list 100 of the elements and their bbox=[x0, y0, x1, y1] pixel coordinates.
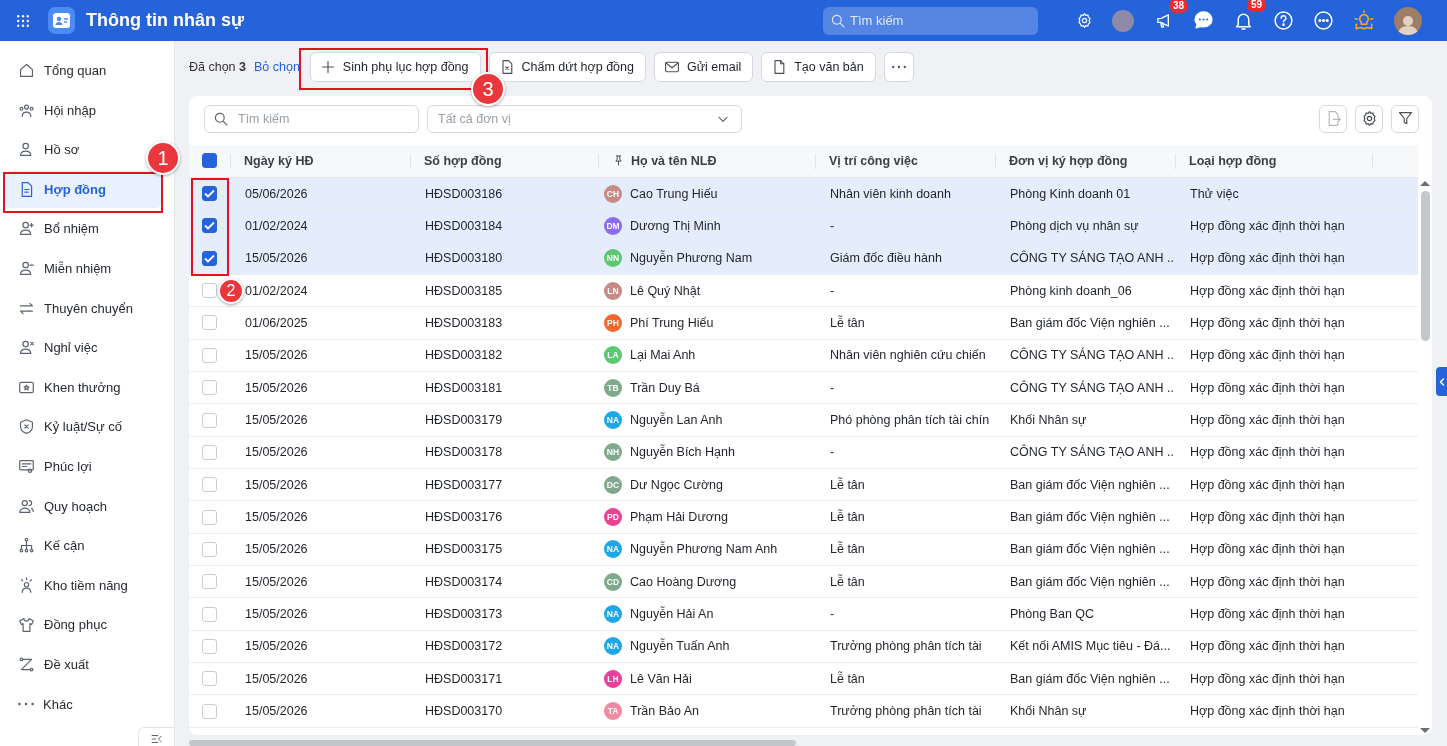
table-cell: CÔNG TY SÁNG TẠO ANH ... bbox=[1010, 445, 1175, 460]
settings-icon bbox=[1360, 110, 1378, 128]
table-cell: Hợp đồng xác định thời hạn bbox=[1190, 671, 1345, 686]
toolbar-button[interactable]: Sinh phụ lục hợp đồng bbox=[309, 51, 481, 82]
select-all-checkbox[interactable] bbox=[202, 153, 217, 169]
collapse-sidebar-button[interactable] bbox=[138, 727, 174, 746]
chat-icon[interactable] bbox=[1193, 10, 1214, 31]
more-icon bbox=[891, 64, 906, 69]
apps-menu-button[interactable] bbox=[15, 12, 31, 29]
table-cell: Trưởng phòng phân tích tài bbox=[830, 639, 982, 654]
bell-icon[interactable] bbox=[1233, 10, 1254, 31]
sidebar-item[interactable]: Nghỉ việc bbox=[3, 329, 106, 367]
sidebar-item[interactable]: Kho tiềm năng bbox=[3, 566, 136, 604]
table-cell: Phòng Kinh doanh 01 bbox=[1010, 186, 1131, 201]
toolbar-button[interactable]: Tạo văn bản bbox=[761, 51, 876, 82]
table-cell: Khối Nhân sự bbox=[1010, 704, 1087, 719]
table-cell: Ban giám đốc Viện nghiên ... bbox=[1010, 316, 1170, 330]
table-cell: 15/05/2026 bbox=[245, 445, 308, 460]
table-cell: Hợp đồng xác định thời hạn bbox=[1190, 283, 1345, 298]
avatar: PD bbox=[604, 508, 622, 527]
table-cell: Hợp đồng xác định thời hạn bbox=[1190, 348, 1345, 363]
sidebar-item[interactable]: Miễn nhiệm bbox=[3, 249, 120, 287]
table-cell: Nhân viên nghiên cứu chiến bbox=[830, 348, 986, 363]
help-icon[interactable] bbox=[1273, 10, 1294, 31]
employee-name: Dư Ngọc Cường bbox=[630, 477, 724, 492]
expand-panel-button[interactable] bbox=[1436, 367, 1447, 396]
table-cell: Hợp đồng xác định thời hạn bbox=[1190, 510, 1345, 525]
employee-name: Lê Văn Hải bbox=[630, 671, 692, 686]
table-cell: Nhân viên kinh doanh bbox=[830, 186, 951, 201]
employee-name: Nguyễn Bích Hạnh bbox=[630, 445, 735, 460]
column-header: Vị trí công việc bbox=[829, 153, 918, 168]
employee-name: Nguyễn Lan Anh bbox=[630, 413, 723, 427]
sidebar-item[interactable]: Kỷ luật/Sự cố bbox=[3, 408, 131, 446]
avatar: CD bbox=[604, 572, 622, 591]
table-cell: Lễ tân bbox=[830, 671, 865, 686]
clear-selection-link[interactable]: Bỏ chọn bbox=[254, 59, 300, 74]
table-row[interactable]: 15/05/2026 HĐSD003180 NN Nguyễn Phương Nam Giám đốc điều hành CÔNG TY SÁNG TẠO ANH ... Hợp đồng xác định thời hạn bbox=[189, 242, 1418, 275]
settings-icon[interactable] bbox=[1076, 12, 1093, 29]
table-cell: Hợp đồng xác định thời hạn bbox=[1190, 380, 1345, 395]
table-row[interactable]: 01/02/2024 HĐSD003184 DM Dương Thị Minh - Phòng dịch vụ nhân sự Hợp đồng xác định thời hạn bbox=[189, 210, 1418, 243]
table-cell: Giám đốc điều hành bbox=[830, 251, 942, 266]
sidebar-item[interactable]: Khác bbox=[3, 685, 81, 723]
avatar[interactable] bbox=[1112, 9, 1134, 32]
avatar: NA bbox=[604, 540, 622, 559]
settings-button[interactable] bbox=[1355, 104, 1383, 133]
table-cell: Lễ tân bbox=[830, 574, 865, 589]
row-checkbox[interactable] bbox=[202, 250, 217, 266]
more-icon[interactable] bbox=[1313, 10, 1334, 31]
selection-count: Đã chọn 3 bbox=[189, 59, 246, 74]
table-cell: CÔNG TY SÁNG TẠO ANH ... bbox=[1010, 348, 1175, 363]
table-cell: 01/02/2024 bbox=[245, 283, 308, 298]
lightbulb-icon[interactable] bbox=[1353, 9, 1375, 32]
sidebar-item[interactable]: Khen thưởng bbox=[3, 368, 129, 406]
table-cell: Hợp đồng xác định thời hạn bbox=[1190, 704, 1345, 719]
column-header: Số hợp đồng bbox=[424, 153, 502, 168]
shirt-icon bbox=[18, 616, 35, 634]
employee-name: Phí Trung Hiếu bbox=[630, 316, 714, 330]
sidebar-item[interactable]: Đề xuất bbox=[3, 645, 97, 683]
table-cell: Hợp đồng xác định thời hạn bbox=[1190, 218, 1345, 233]
sidebar-item[interactable]: Phúc lợi bbox=[3, 447, 100, 485]
table-cell: HĐSD003175 bbox=[425, 542, 503, 557]
row-checkbox[interactable] bbox=[202, 218, 217, 234]
horizontal-scrollbar[interactable] bbox=[189, 740, 796, 746]
sidebar-item[interactable]: Kế cận bbox=[3, 527, 93, 565]
toolbar-button[interactable]: Chấm dứt hợp đồng bbox=[488, 51, 646, 82]
sidebar-item[interactable]: Bổ nhiệm bbox=[3, 210, 107, 248]
avatar: NN bbox=[604, 249, 622, 268]
table-cell: HĐSD003182 bbox=[425, 348, 503, 363]
user-avatar[interactable] bbox=[1394, 6, 1422, 35]
toolbar-button[interactable]: Gửi email bbox=[654, 51, 754, 82]
more-button[interactable] bbox=[883, 51, 914, 82]
table-cell: Hợp đồng xác định thời hạn bbox=[1190, 639, 1345, 654]
sidebar-item[interactable]: Thuyên chuyển bbox=[3, 289, 141, 327]
row-checkbox[interactable] bbox=[202, 186, 217, 202]
avatar: CH bbox=[604, 184, 622, 203]
sidebar-item[interactable]: Hợp đồng bbox=[3, 170, 162, 208]
table-cell: HĐSD003170 bbox=[425, 704, 503, 719]
sidebar-item[interactable]: Hồ sơ bbox=[3, 131, 88, 169]
table-cell: Thử việc bbox=[1190, 186, 1239, 201]
table-cell: HĐSD003172 bbox=[425, 639, 503, 654]
count-badge: 59 bbox=[1247, 0, 1267, 12]
table-cell: Trưởng phòng phân tích tài bbox=[830, 704, 982, 719]
search-field[interactable]: Tìm kiếm bbox=[204, 104, 419, 133]
shield-icon bbox=[18, 418, 35, 436]
filter-button[interactable] bbox=[1391, 104, 1419, 133]
sidebar-item[interactable]: Đồng phục bbox=[3, 606, 115, 644]
table-cell: - bbox=[830, 607, 835, 622]
people-icon bbox=[18, 101, 35, 119]
table-cell: Lễ tân bbox=[830, 510, 865, 525]
home-icon bbox=[18, 62, 35, 79]
sidebar-item[interactable]: Hội nhập bbox=[3, 91, 105, 129]
sidebar-item[interactable]: Quy hoạch bbox=[3, 487, 115, 525]
table-row[interactable]: 05/06/2026 HĐSD003186 CH Cao Trung Hiếu Nhân viên kinh doanh Phòng Kinh doanh 01 Thử việc bbox=[189, 177, 1418, 211]
column-header: Loại hợp đồng bbox=[1189, 153, 1277, 168]
table-cell: 15/05/2026 bbox=[245, 704, 308, 719]
employee-name: Nguyễn Hải An bbox=[630, 607, 714, 622]
table-cell: Phó phòng phân tích tài chín bbox=[830, 413, 990, 427]
sidebar-item[interactable]: Tổng quan bbox=[3, 52, 115, 89]
route-icon bbox=[18, 655, 35, 673]
table-cell: Hợp đồng xác định thời hạn bbox=[1190, 445, 1345, 460]
